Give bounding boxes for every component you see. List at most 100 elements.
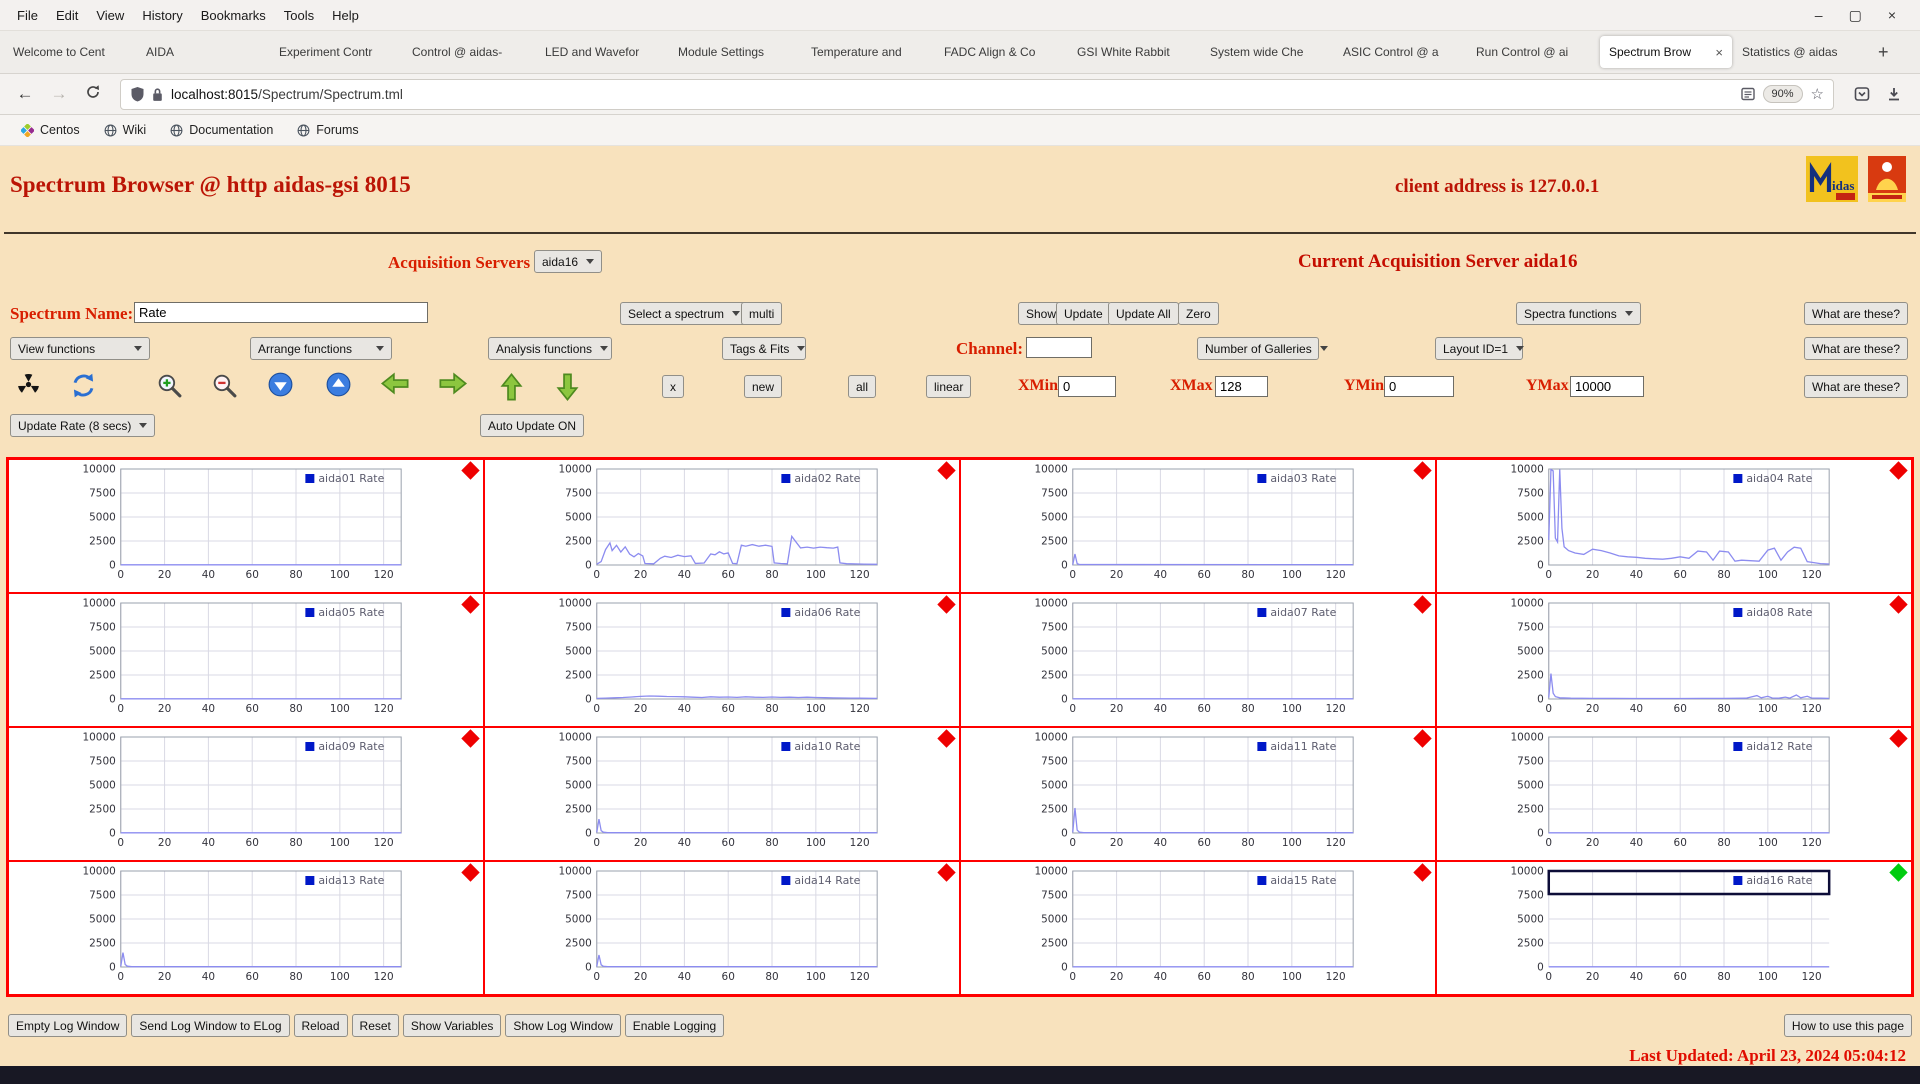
tab-system-wide-che[interactable]: System wide Che [1201, 36, 1333, 68]
tracking-shield-icon[interactable] [130, 86, 145, 102]
url-text[interactable]: localhost:8015/Spectrum/Spectrum.tml [171, 87, 1741, 102]
menu-help[interactable]: Help [323, 6, 368, 25]
ymin-input[interactable] [1384, 376, 1454, 397]
bookmark-wiki[interactable]: Wiki [95, 121, 156, 139]
refresh-icon[interactable] [70, 372, 97, 399]
reload-button[interactable] [78, 84, 108, 105]
tab-run-control-ai[interactable]: Run Control @ ai [1467, 36, 1599, 68]
view-functions-select[interactable]: View functions [10, 337, 150, 360]
tab-experiment-contr[interactable]: Experiment Contr [270, 36, 402, 68]
bookmark-centos[interactable]: Centos [12, 121, 89, 139]
tab-statistics-aidas[interactable]: Statistics @ aidas [1733, 36, 1865, 68]
spectrum-cell-aida05-rate[interactable]: 0 2500 5000 7500 10000 0 20 40 60 80 100 120 aida05 … [8, 593, 484, 727]
move-up-icon[interactable] [500, 372, 523, 402]
tab-aida[interactable]: AIDA [137, 36, 269, 68]
linear-button[interactable]: linear [926, 375, 972, 398]
xmax-input[interactable] [1215, 376, 1268, 397]
number-of-galleries-select[interactable]: Number of Galleries [1197, 337, 1328, 360]
spectrum-cell-aida16-rate[interactable]: 0 2500 5000 7500 10000 0 20 40 60 80 100 120 aida16 … [1436, 861, 1912, 995]
downloads-icon[interactable] [1886, 86, 1902, 102]
tab-temperature-and[interactable]: Temperature and [802, 36, 934, 68]
reset-button[interactable]: Reset [351, 1014, 399, 1037]
scroll-up-icon[interactable] [326, 372, 351, 397]
maximize-button[interactable]: ▢ [1849, 7, 1862, 24]
tab-control-aidas[interactable]: Control @ aidas- [403, 36, 535, 68]
menu-bookmarks[interactable]: Bookmarks [192, 6, 275, 25]
tab-gsi-white-rabbit[interactable]: GSI White Rabbit [1068, 36, 1200, 68]
menu-view[interactable]: View [87, 6, 133, 25]
pocket-icon[interactable] [1854, 86, 1870, 102]
address-bar[interactable]: localhost:8015/Spectrum/Spectrum.tml 90%… [120, 78, 1834, 110]
spectrum-cell-aida15-rate[interactable]: 0 2500 5000 7500 10000 0 20 40 60 80 100 120 aida15 … [960, 861, 1436, 995]
spectrum-cell-aida13-rate[interactable]: 0 2500 5000 7500 10000 0 20 40 60 80 100 120 aida13 … [8, 861, 484, 995]
close-button[interactable]: × [1888, 7, 1896, 24]
back-button[interactable]: ← [10, 84, 40, 104]
spectrum-cell-aida09-rate[interactable]: 0 2500 5000 7500 10000 0 20 40 60 80 100 120 aida09 … [8, 727, 484, 861]
bookmark-star-icon[interactable]: ☆ [1811, 85, 1824, 103]
enable-logging-button[interactable]: Enable Logging [624, 1014, 725, 1037]
spectrum-cell-aida03-rate[interactable]: 0 2500 5000 7500 10000 0 20 40 60 80 100 120 aida03 … [960, 459, 1436, 593]
spectrum-cell-aida14-rate[interactable]: 0 2500 5000 7500 10000 0 20 40 60 80 100 120 aida14 … [484, 861, 960, 995]
spectrum-cell-aida11-rate[interactable]: 0 2500 5000 7500 10000 0 20 40 60 80 100 120 aida11 … [960, 727, 1436, 861]
what-are-these-button-1[interactable]: What are these? [1803, 302, 1908, 325]
radiation-icon[interactable] [16, 372, 41, 397]
what-are-these-button-2[interactable]: What are these? [1803, 337, 1908, 360]
update-all-button[interactable]: Update All [1108, 302, 1179, 325]
new-button[interactable]: new [744, 375, 783, 398]
show-log-window-button[interactable]: Show Log Window [505, 1014, 621, 1037]
tags-fits-select[interactable]: Tags & Fits [722, 337, 806, 360]
lock-icon[interactable] [151, 87, 164, 102]
spectrum-cell-aida12-rate[interactable]: 0 2500 5000 7500 10000 0 20 40 60 80 100 120 aida12 … [1436, 727, 1912, 861]
move-right-icon[interactable] [438, 372, 468, 395]
move-down-icon[interactable] [556, 372, 579, 402]
reader-mode-icon[interactable] [1740, 87, 1755, 101]
tab-module-settings[interactable]: Module Settings [669, 36, 801, 68]
bookmark-documentation[interactable]: Documentation [161, 121, 282, 139]
update-button[interactable]: Update [1056, 302, 1111, 325]
spectra-functions-select[interactable]: Spectra functions [1516, 302, 1641, 325]
move-left-icon[interactable] [380, 372, 410, 395]
arrange-functions-select[interactable]: Arrange functions [250, 337, 392, 360]
spectrum-cell-aida10-rate[interactable]: 0 2500 5000 7500 10000 0 20 40 60 80 100 120 aida10 … [484, 727, 960, 861]
layout-id-select[interactable]: Layout ID=1 [1435, 337, 1525, 360]
tab-close-icon[interactable]: × [1715, 45, 1723, 60]
update-rate-select[interactable]: Update Rate (8 secs) [10, 414, 156, 437]
select-spectrum-select[interactable]: Select a spectrum [620, 302, 749, 325]
zoom-in-icon[interactable] [156, 372, 183, 399]
menu-edit[interactable]: Edit [47, 6, 87, 25]
acquisition-server-select[interactable]: aida16 [534, 250, 603, 273]
menu-file[interactable]: File [8, 6, 47, 25]
channel-input[interactable] [1026, 337, 1092, 358]
spectrum-cell-aida06-rate[interactable]: 0 2500 5000 7500 10000 0 20 40 60 80 100 120 aida06 … [484, 593, 960, 727]
scroll-down-icon[interactable] [268, 372, 293, 397]
tab-fadc-align-co[interactable]: FADC Align & Co [935, 36, 1067, 68]
spectrum-cell-aida07-rate[interactable]: 0 2500 5000 7500 10000 0 20 40 60 80 100 120 aida07 … [960, 593, 1436, 727]
zero-button[interactable]: Zero [1178, 302, 1219, 325]
what-are-these-button-3[interactable]: What are these? [1803, 375, 1908, 398]
tab-spectrum-brow[interactable]: Spectrum Brow × [1600, 36, 1732, 68]
bookmark-forums[interactable]: Forums [288, 121, 367, 139]
menu-tools[interactable]: Tools [275, 6, 323, 25]
xmin-input[interactable] [1058, 376, 1116, 397]
show-variables-button[interactable]: Show Variables [402, 1014, 502, 1037]
ymax-input[interactable] [1570, 376, 1644, 397]
empty-log-window-button[interactable]: Empty Log Window [8, 1014, 128, 1037]
auto-update-button[interactable]: Auto Update ON [480, 414, 585, 437]
tab-welcome-to-cent[interactable]: Welcome to Cent [4, 36, 136, 68]
spectrum-cell-aida01-rate[interactable]: 0 2500 5000 7500 10000 0 20 40 60 80 100 120 aida01 … [8, 459, 484, 593]
spectrum-name-input[interactable] [134, 302, 428, 323]
all-button[interactable]: all [848, 375, 877, 398]
reload-button[interactable]: Reload [293, 1014, 348, 1037]
analysis-functions-select[interactable]: Analysis functions [488, 337, 612, 360]
spectrum-cell-aida04-rate[interactable]: 0 2500 5000 7500 10000 0 20 40 60 80 100 120 aida04 … [1436, 459, 1912, 593]
multi-button[interactable]: multi [741, 302, 783, 325]
minimize-button[interactable]: – [1815, 7, 1823, 24]
zoom-out-icon[interactable] [211, 372, 238, 399]
forward-button[interactable]: → [44, 84, 74, 104]
new-tab-button[interactable]: + [1866, 42, 1901, 63]
menu-history[interactable]: History [133, 6, 191, 25]
how-to-use-this-page-button[interactable]: How to use this page [1783, 1014, 1912, 1037]
spectrum-cell-aida02-rate[interactable]: 0 2500 5000 7500 10000 0 20 40 60 80 100 120 aida02 … [484, 459, 960, 593]
zoom-indicator[interactable]: 90% [1762, 85, 1803, 103]
send-log-window-to-elog-button[interactable]: Send Log Window to ELog [131, 1014, 290, 1037]
